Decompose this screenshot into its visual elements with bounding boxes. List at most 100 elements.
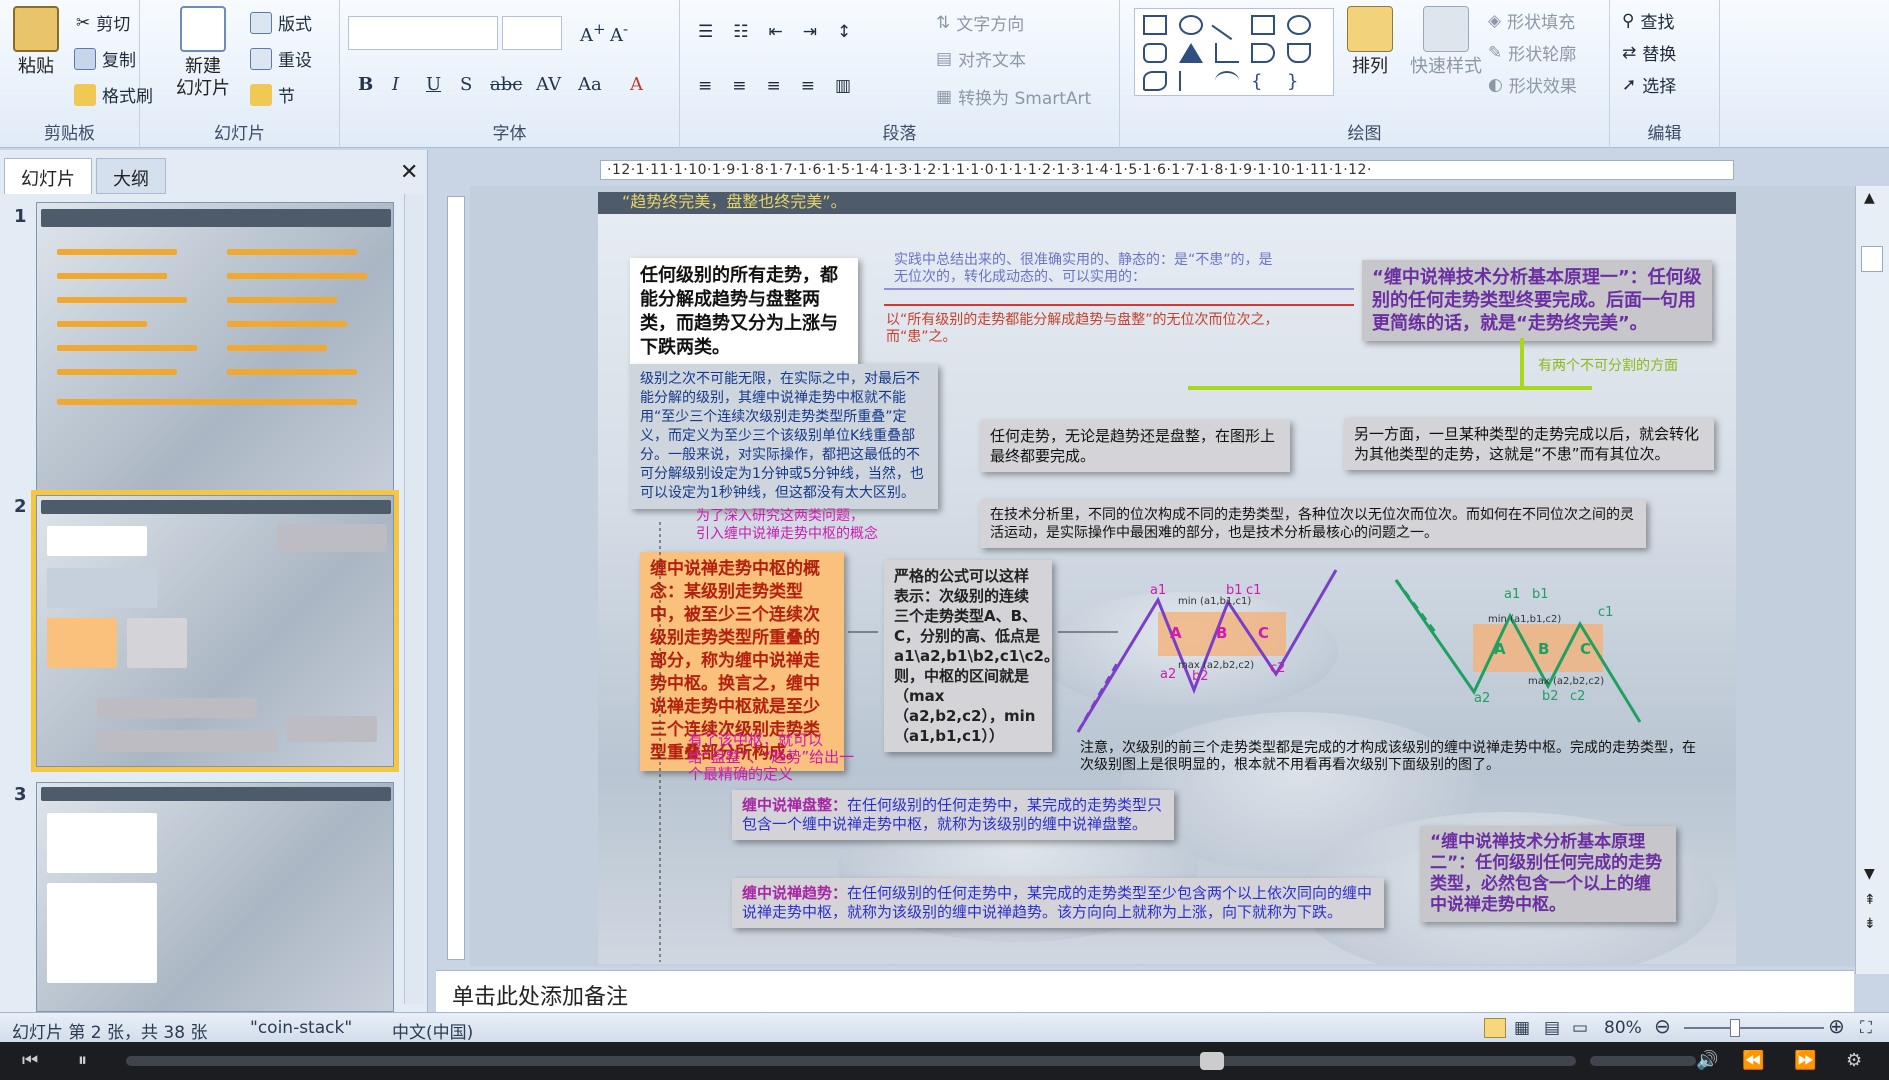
notes-pane[interactable]: 单击此处添加备注 [436,970,1854,1012]
oval-shape-icon[interactable] [1179,15,1203,35]
tab-slides[interactable]: 幻灯片 [4,158,92,194]
line-spacing-icon[interactable]: ↕ [837,22,851,42]
arrow-right-shape-icon[interactable] [1251,43,1275,63]
player-pause-icon[interactable]: ⏸ [78,1050,87,1071]
shrink-font-button[interactable]: A- [610,20,628,46]
volume-icon[interactable]: 🔊 [1696,1050,1718,1071]
char-spacing-button[interactable]: AV [536,74,561,95]
arrange-button[interactable]: 排列 [1340,6,1400,78]
previous-slide-icon[interactable]: ⇞ [1864,892,1876,908]
align-right-icon[interactable]: ≡ [767,76,781,96]
scroll-up-icon[interactable]: ▲ [1864,190,1875,206]
shape-effects-button[interactable]: ◐ 形状效果 [1488,72,1577,98]
brace-right-shape-icon[interactable]: } [1287,71,1311,92]
player-volume-track[interactable] [1590,1056,1696,1066]
new-slide-button[interactable]: 新建 幻灯片 [168,6,238,100]
player-progress-track[interactable] [126,1056,1576,1066]
slide-thumbnail-3[interactable] [36,782,394,1012]
zoom-level[interactable]: 80% [1604,1018,1642,1038]
tab-outline[interactable]: 大纲 [96,158,166,194]
slide-sorter-icon[interactable]: ▦ [1514,1018,1530,1038]
thumb-box [47,813,157,873]
reset-button[interactable]: 重设 [250,46,312,71]
rounded-rect-shape-icon[interactable] [1143,43,1167,63]
change-case-button[interactable]: Aa [578,74,602,95]
paste-button[interactable]: 粘贴 [4,6,68,78]
player-progress-thumb[interactable] [1200,1052,1224,1070]
align-center-icon[interactable]: ≡ [732,76,746,96]
notes-placeholder[interactable]: 单击此处添加备注 [452,985,628,1010]
scroll-thumb[interactable] [1861,246,1883,272]
line-shape-icon[interactable] [1211,9,1243,41]
zoom-slider-thumb[interactable] [1730,1019,1740,1037]
group-editing: ⚲ 查找 ⇄ 替换 ➚ 选择 编辑 [1610,0,1720,148]
fit-window-icon[interactable]: ⛶ [1860,1018,1872,1038]
zoom-slider[interactable] [1684,1027,1824,1029]
ellipse-shape-icon[interactable] [1287,15,1311,35]
slide-vertical-scrollbar[interactable]: ▲ ▼ ⇞ ⇟ [1855,186,1889,974]
thumbnail-number: 3 [14,784,27,805]
layout-button[interactable]: 版式 [250,10,312,35]
select-button[interactable]: ➚ 选择 [1622,72,1676,98]
slide-canvas[interactable]: “趋势终完美，盘整也终完美”。 任何级别的所有走势，都能分解成趋势与盘整两类，而… [598,192,1736,964]
slideshow-icon[interactable]: ▭ [1572,1018,1588,1038]
replace-icon: ⇄ [1622,42,1637,63]
zoom-in-icon[interactable]: ⊕ [1828,1014,1845,1038]
grow-font-button[interactable]: A+ [580,20,606,46]
arrow-down-shape-icon[interactable] [1287,43,1311,63]
elbow-shape-icon[interactable] [1215,43,1239,63]
reading-view-icon[interactable]: ▤ [1544,1018,1560,1038]
numbering-icon[interactable]: ☷ [733,22,748,42]
bullets-icon[interactable]: ☰ [698,22,713,42]
rectangle-shape-icon[interactable] [1251,15,1275,35]
align-left-icon[interactable]: ≡ [698,76,712,96]
align-text-button[interactable]: ▤ 对齐文本 [936,46,1026,72]
columns-icon[interactable]: ▥ [835,76,851,96]
normal-view-icon[interactable] [1484,1018,1506,1038]
curve-shape-icon[interactable] [1179,71,1203,91]
thumb-box [127,618,187,668]
shapes-gallery[interactable]: { } [1134,8,1334,96]
italic-button[interactable]: I [392,74,399,95]
thumb-box [97,730,277,752]
forward-icon[interactable]: ⏩ [1794,1050,1816,1071]
copy-button[interactable]: 复制 [74,46,136,71]
strikethrough-button[interactable]: abc [490,74,522,95]
settings-icon[interactable]: ⚙ [1846,1050,1862,1071]
next-slide-icon[interactable]: ⇟ [1864,916,1876,932]
quick-styles-button[interactable]: 快速样式 [1406,6,1486,78]
shape-fill-button[interactable]: ◈ 形状填充 [1488,8,1575,34]
freeform-shape-icon[interactable] [1143,71,1167,91]
decrease-indent-icon[interactable]: ⇤ [769,22,783,42]
section-button[interactable]: 节 [250,82,295,107]
arc-shape-icon[interactable] [1215,71,1239,91]
textbox-shape-icon[interactable] [1143,15,1167,35]
label-A: A [1170,624,1182,642]
text-direction-button[interactable]: ⇅ 文字方向 [936,10,1024,36]
slide-thumbnail-2[interactable] [31,490,399,772]
replace-button[interactable]: ⇄ 替换 [1622,40,1676,66]
thumb-box [47,526,147,556]
shadow-button[interactable]: S [460,74,472,95]
player-prev-icon[interactable]: ⏮ [22,1050,38,1071]
triangle-shape-icon[interactable] [1179,43,1203,63]
underline-button[interactable]: U [426,74,441,95]
zoom-out-icon[interactable]: ⊖ [1654,1014,1671,1038]
language-indicator[interactable]: 中文(中国) [392,1018,473,1043]
font-size-combo[interactable] [502,16,562,50]
font-color-button[interactable]: A [630,74,643,95]
slide-thumbnail-1[interactable] [36,202,394,520]
thumbnail-scrollbar[interactable] [404,194,424,1004]
increase-indent-icon[interactable]: ⇥ [803,22,817,42]
scroll-down-icon[interactable]: ▼ [1864,866,1875,882]
cut-button[interactable]: ✂ 剪切 [76,10,130,36]
shape-outline-button[interactable]: ✎ 形状轮廓 [1488,40,1576,66]
find-button[interactable]: ⚲ 查找 [1622,8,1674,34]
smartart-button[interactable]: ▦ 转换为 SmartArt [936,84,1091,110]
bold-button[interactable]: B [358,74,373,95]
close-panel-icon[interactable]: ✕ [400,160,418,185]
brace-left-shape-icon[interactable]: { [1251,71,1275,92]
font-name-combo[interactable] [348,16,498,50]
justify-icon[interactable]: ≡ [801,76,815,96]
rewind-icon[interactable]: ⏪ [1742,1050,1764,1071]
